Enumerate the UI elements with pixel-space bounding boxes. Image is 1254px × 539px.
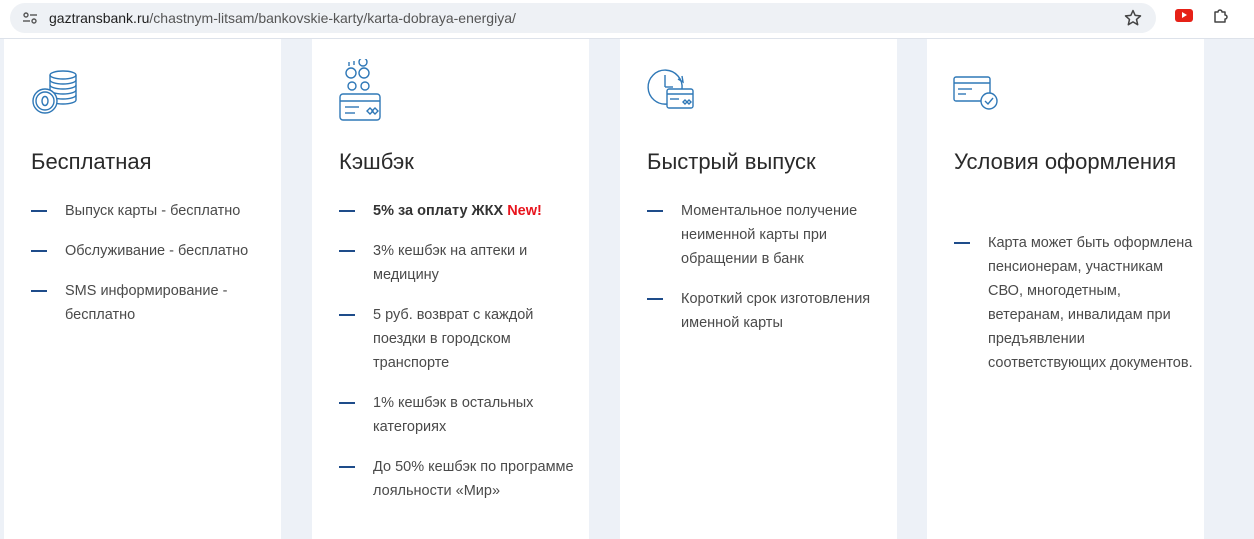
extensions-puzzle-icon[interactable] xyxy=(1212,7,1230,25)
page-content: Бесплатная Выпуск карты - бесплатно Обсл… xyxy=(0,39,1254,539)
list-item: SMS информирование - бесплатно xyxy=(31,279,271,327)
list-item-text: До 50% кешбэк по программе лояльности «М… xyxy=(373,459,574,499)
cashback-card-icon xyxy=(339,59,381,121)
list-item: Выпуск карты - бесплатно xyxy=(31,199,271,223)
dash-bullet xyxy=(339,210,355,212)
url-path: /chastnym-litsam/bankovskie-karty/karta-… xyxy=(149,10,516,26)
list-item: Короткий срок изготовления именной карты xyxy=(647,287,887,335)
list-item: 5 руб. возврат с каждой поездки в городс… xyxy=(339,303,579,375)
dash-bullet xyxy=(339,466,355,468)
list-item-text: 5 руб. возврат с каждой поездки в городс… xyxy=(373,307,534,371)
dash-bullet xyxy=(339,402,355,404)
card-title: Кэшбэк xyxy=(339,149,414,174)
list-item: 5% за оплату ЖКХ New! xyxy=(339,199,579,223)
dash-bullet xyxy=(31,250,47,252)
list-item-text: 5% за оплату ЖКХ xyxy=(373,203,504,219)
feature-card-free: Бесплатная Выпуск карты - бесплатно Обсл… xyxy=(4,39,281,539)
dash-bullet xyxy=(339,314,355,316)
list-item-text: 3% кешбэк на аптеки и медицину xyxy=(373,243,528,283)
address-bar[interactable]: gaztransbank.ru/chastnym-litsam/bankovsk… xyxy=(10,3,1156,33)
list-item-text: Моментальное получение неименной карты п… xyxy=(681,203,858,267)
list-item: Моментальное получение неименной карты п… xyxy=(647,199,887,271)
card-title: Условия оформления xyxy=(954,149,1177,174)
card-title: Быстрый выпуск xyxy=(647,149,816,174)
list-item: До 50% кешбэк по программе лояльности «М… xyxy=(339,455,579,503)
bookmark-star-icon[interactable] xyxy=(1124,9,1142,27)
list-item: 3% кешбэк на аптеки и медицину xyxy=(339,239,579,287)
dash-bullet xyxy=(31,290,47,292)
feature-card-cashback: Кэшбэк 5% за оплату ЖКХ New! 3% кешбэк н… xyxy=(312,39,589,539)
list-item: 1% кешбэк в остальных категориях xyxy=(339,391,579,439)
list-item: Обслуживание - бесплатно xyxy=(31,239,271,263)
list-item-text: Выпуск карты - бесплатно xyxy=(65,203,241,219)
feature-list: Выпуск карты - бесплатно Обслуживание - … xyxy=(31,199,271,343)
list-item-text: Короткий срок изготовления именной карты xyxy=(681,291,871,331)
new-badge: New! xyxy=(507,203,542,219)
url-host: gaztransbank.ru xyxy=(49,10,150,26)
feature-list: Моментальное получение неименной карты п… xyxy=(647,199,887,351)
feature-list: 5% за оплату ЖКХ New! 3% кешбэк на аптек… xyxy=(339,199,579,519)
feature-card-fast-issue: Быстрый выпуск Моментальное получение не… xyxy=(620,39,897,539)
list-item-text: Обслуживание - бесплатно xyxy=(65,243,249,259)
dash-bullet xyxy=(31,210,47,212)
site-info-icon[interactable] xyxy=(22,10,38,26)
list-item: Карта может быть оформлена пенсионерам, … xyxy=(954,231,1194,375)
list-item-text: SMS информирование - бесплатно xyxy=(65,283,228,323)
feature-list: Карта может быть оформлена пенсионерам, … xyxy=(954,231,1194,391)
url-text[interactable]: gaztransbank.ru/chastnym-litsam/bankovsk… xyxy=(49,3,516,33)
feature-card-conditions: Условия оформления Карта может быть офор… xyxy=(927,39,1204,539)
dash-bullet xyxy=(339,250,355,252)
clock-card-icon xyxy=(647,69,694,109)
youtube-extension-icon[interactable] xyxy=(1175,9,1193,22)
browser-toolbar: gaztransbank.ru/chastnym-litsam/bankovsk… xyxy=(0,0,1254,39)
coins-icon xyxy=(32,70,77,114)
dash-bullet xyxy=(647,298,663,300)
list-item-text: Карта может быть оформлена пенсионерам, … xyxy=(988,235,1193,371)
card-check-icon xyxy=(953,76,998,110)
card-title: Бесплатная xyxy=(31,149,152,174)
dash-bullet xyxy=(954,242,970,244)
dash-bullet xyxy=(647,210,663,212)
list-item-text: 1% кешбэк в остальных категориях xyxy=(373,395,534,435)
